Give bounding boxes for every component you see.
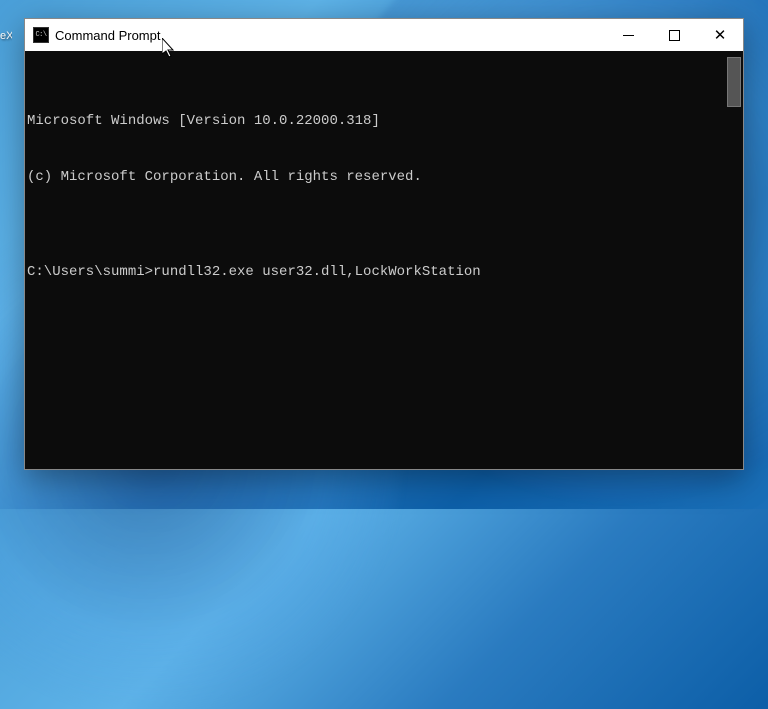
cmd-icon-text: C:\: [35, 32, 46, 39]
maximize-icon: [669, 30, 680, 41]
window-controls: ✕: [605, 19, 743, 51]
titlebar[interactable]: C:\ Command Prompt ✕: [25, 19, 743, 51]
close-button[interactable]: ✕: [697, 19, 743, 51]
desktop-icon-fragment: eX: [0, 30, 12, 60]
cmd-icon: C:\: [33, 27, 49, 43]
terminal-line: (c) Microsoft Corporation. All rights re…: [27, 168, 741, 187]
close-icon: ✕: [714, 28, 727, 43]
terminal-body[interactable]: Microsoft Windows [Version 10.0.22000.31…: [25, 51, 743, 469]
terminal-line: Microsoft Windows [Version 10.0.22000.31…: [27, 112, 741, 131]
terminal-prompt-line: C:\Users\summi>rundll32.exe user32.dll,L…: [27, 263, 741, 282]
scrollbar-thumb[interactable]: [727, 57, 741, 107]
maximize-button[interactable]: [651, 19, 697, 51]
command-prompt-window: C:\ Command Prompt ✕ Microsoft Windows […: [24, 18, 744, 470]
minimize-button[interactable]: [605, 19, 651, 51]
minimize-icon: [623, 35, 634, 36]
window-title: Command Prompt: [55, 28, 160, 43]
